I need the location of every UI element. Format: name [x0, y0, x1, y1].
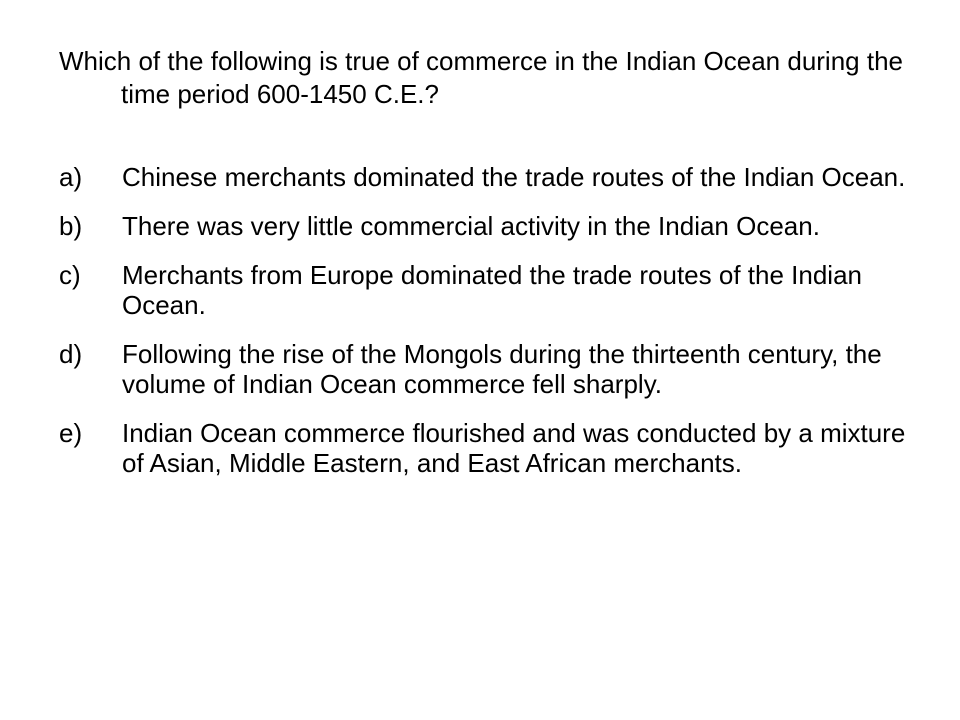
choice-letter: c) — [59, 260, 81, 290]
choice-letter: b) — [59, 211, 83, 241]
question-text: Which of the following is true of commer… — [59, 46, 903, 109]
choice-letter: a) — [59, 162, 83, 192]
choice-letter: d) — [59, 339, 83, 369]
slide-content: Which of the following is true of commer… — [59, 45, 909, 497]
choice-a: a) Chinese merchants dominated the trade… — [59, 162, 909, 192]
choice-text: Chinese merchants dominated the trade ro… — [122, 162, 906, 192]
choice-b: b) There was very little commercial acti… — [59, 211, 909, 241]
choice-text: Merchants from Europe dominated the trad… — [122, 260, 862, 320]
choice-d: d) Following the rise of the Mongols dur… — [59, 339, 909, 399]
choice-letter: e) — [59, 418, 83, 448]
answer-choices: a) Chinese merchants dominated the trade… — [59, 162, 909, 478]
choice-c: c) Merchants from Europe dominated the t… — [59, 260, 909, 320]
choice-text: Indian Ocean commerce flourished and was… — [122, 418, 906, 478]
choice-text: Following the rise of the Mongols during… — [122, 339, 882, 399]
choice-e: e) Indian Ocean commerce flourished and … — [59, 418, 909, 478]
choice-text: There was very little commercial activit… — [122, 211, 820, 241]
